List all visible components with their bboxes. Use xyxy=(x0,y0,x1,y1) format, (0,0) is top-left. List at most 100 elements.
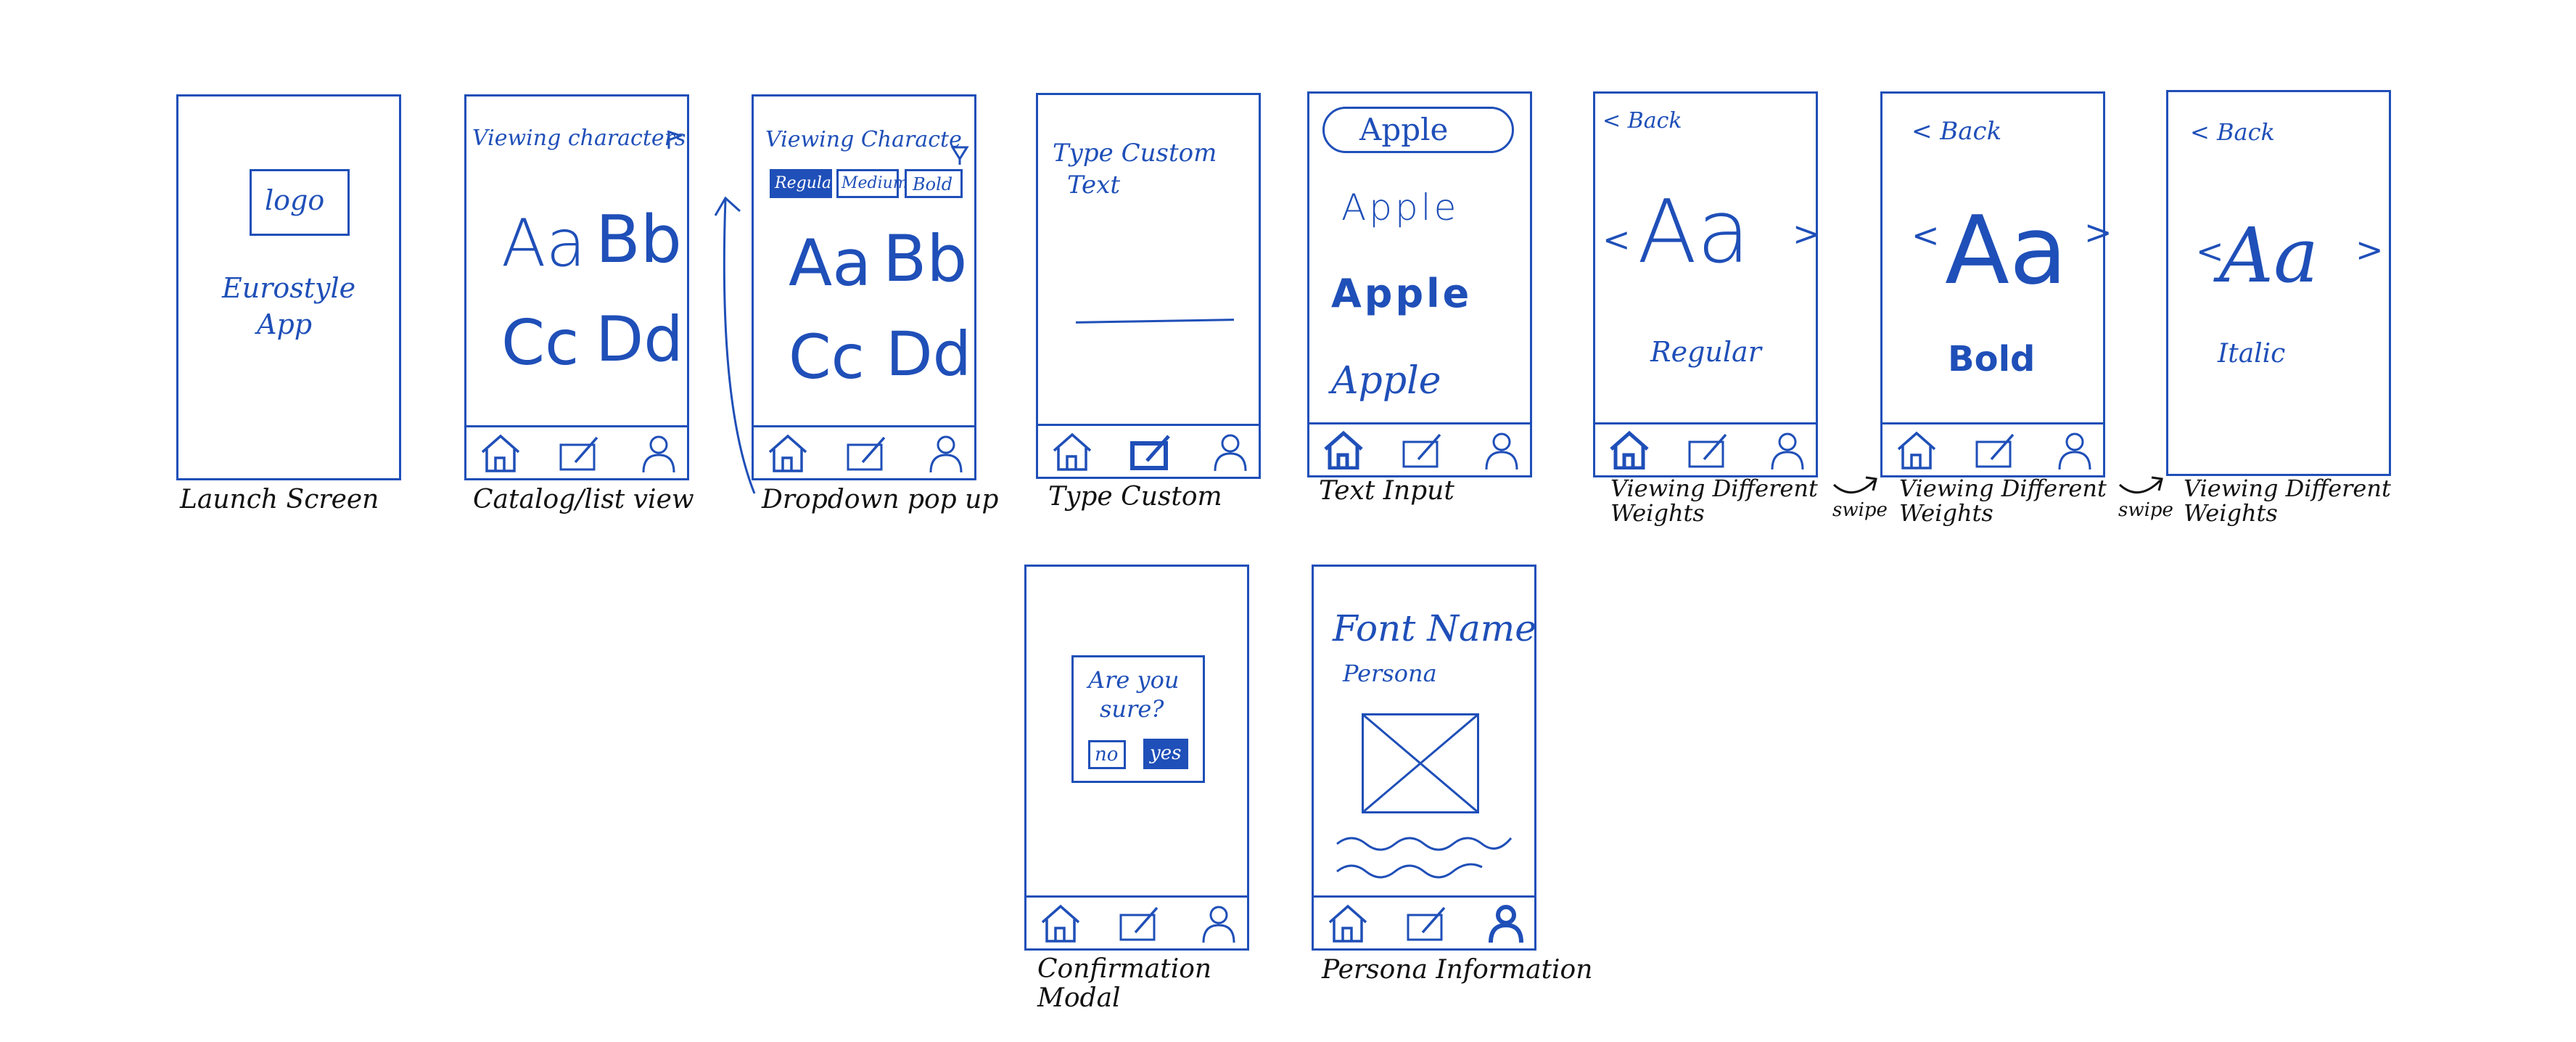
profile-tab[interactable] xyxy=(2054,430,2096,470)
home-tab[interactable] xyxy=(1322,430,1365,470)
confirm-question-line2: sure? xyxy=(1100,695,1164,723)
sample-cc: Cc xyxy=(501,307,580,380)
sample-aa: Aa xyxy=(501,205,586,282)
weights-regular-frame: < Back < Aa > Regular xyxy=(1593,91,1821,477)
home-tab[interactable] xyxy=(1896,430,1938,469)
profile-tab[interactable] xyxy=(638,433,680,473)
weight-label: Regular xyxy=(1650,336,1761,368)
persona-image-placeholder xyxy=(1362,713,1479,813)
home-icon xyxy=(1610,430,1649,470)
dropdown-arrow-icon[interactable] xyxy=(950,146,969,166)
apple-input-text: Apple xyxy=(1359,112,1449,147)
home-tab[interactable] xyxy=(1040,903,1082,943)
edit-tab-active[interactable] xyxy=(1129,432,1172,471)
home-tab[interactable] xyxy=(480,433,522,472)
home-tab[interactable] xyxy=(767,433,809,472)
logo-text: logo xyxy=(265,184,325,216)
person-icon xyxy=(1489,905,1523,943)
edit-tab[interactable] xyxy=(558,433,600,472)
caption-dropdown: Dropdown pop up xyxy=(762,485,999,514)
back-link[interactable]: < Back xyxy=(1602,108,1682,134)
apple-italic: Apple xyxy=(1331,359,1441,403)
sample-cc: Cc xyxy=(789,321,865,393)
back-link[interactable]: < Back xyxy=(1912,117,2001,146)
sample-bb: Bb xyxy=(883,221,968,296)
weight-label: Italic xyxy=(2218,339,2286,369)
sample-dd: Dd xyxy=(596,303,683,376)
option-bold[interactable]: Bold xyxy=(905,169,963,198)
swipe-label: swipe xyxy=(2118,499,2173,521)
back-link[interactable]: < Back xyxy=(2190,118,2275,146)
caption-weights-2: Viewing Different Weights xyxy=(1899,475,2107,527)
dropdown-frame: Viewing Characte Regular Medium Bold Aa … xyxy=(752,94,976,480)
no-button[interactable]: no xyxy=(1088,740,1126,769)
person-icon xyxy=(2058,432,2091,470)
dropdown-arrow-icon[interactable] xyxy=(666,130,684,150)
profile-tab[interactable] xyxy=(1766,430,1808,470)
option-medium[interactable]: Medium xyxy=(836,169,908,198)
edit-icon xyxy=(1688,433,1727,468)
logo-box: logo xyxy=(250,169,350,236)
edit-icon xyxy=(1402,433,1441,468)
persona-description-lines xyxy=(1336,837,1513,879)
confirm-question-line1: Are you xyxy=(1088,666,1180,694)
yes-button[interactable]: yes xyxy=(1143,739,1188,769)
caption-launch-screen: Launch Screen xyxy=(180,485,379,514)
weights-bold-frame: < Back < Aa > Bold xyxy=(1880,91,2112,477)
tab-bar xyxy=(754,425,974,478)
profile-tab[interactable] xyxy=(925,433,967,473)
edit-tab[interactable] xyxy=(845,433,887,472)
font-name-title: Font Name xyxy=(1333,607,1536,649)
edit-tab[interactable] xyxy=(1687,430,1729,469)
text-entry-line[interactable] xyxy=(1075,319,1235,324)
option-regular-label: Regular xyxy=(775,174,839,192)
swipe-label: swipe xyxy=(1832,499,1888,521)
type-custom-line2: Text xyxy=(1067,171,1120,200)
edit-tab[interactable] xyxy=(1974,430,2016,469)
next-arrow[interactable]: > xyxy=(2355,230,2384,269)
profile-tab-active[interactable] xyxy=(1485,903,1527,943)
persona-label: Persona xyxy=(1343,660,1437,687)
home-tab[interactable] xyxy=(1051,432,1093,471)
caption-type-custom: Type Custom xyxy=(1048,482,1222,512)
home-tab[interactable] xyxy=(1327,903,1369,943)
profile-tab[interactable] xyxy=(1209,432,1251,472)
type-custom-frame: Type Custom Text xyxy=(1036,93,1261,479)
home-icon xyxy=(1324,430,1363,470)
person-icon xyxy=(642,435,675,473)
tab-bar xyxy=(1309,422,1530,475)
apple-input-field[interactable]: Apple xyxy=(1322,107,1514,153)
option-medium-label: Medium xyxy=(841,174,908,192)
tab-bar xyxy=(1026,895,1247,948)
caption-weights-1: Viewing Different Weights xyxy=(1610,475,1818,527)
tab-bar xyxy=(1595,422,1816,475)
edit-icon xyxy=(1975,433,2015,468)
catalog-frame: Viewing characters Aa Bb Cc Dd xyxy=(464,94,689,480)
next-arrow[interactable]: > xyxy=(1793,214,1821,253)
home-tab[interactable] xyxy=(1608,430,1650,470)
person-icon xyxy=(1771,432,1804,470)
edit-tab[interactable] xyxy=(1401,430,1443,469)
app-name-line2: App xyxy=(257,308,313,340)
profile-tab[interactable] xyxy=(1198,903,1240,943)
prev-arrow[interactable]: < xyxy=(1602,220,1631,259)
no-button-label: no xyxy=(1095,744,1119,766)
home-icon xyxy=(1053,432,1092,471)
weights-italic-frame: < Back < Aa > Italic xyxy=(2166,90,2391,476)
prev-arrow[interactable]: < xyxy=(1912,216,1940,255)
next-arrow[interactable]: > xyxy=(2084,213,2112,252)
edit-tab[interactable] xyxy=(1405,903,1447,943)
tab-bar xyxy=(1314,895,1534,948)
home-icon xyxy=(1041,904,1080,943)
caption-persona: Persona Information xyxy=(1322,955,1593,985)
caption-catalog: Catalog/list view xyxy=(473,485,694,514)
option-regular[interactable]: Regular xyxy=(770,169,839,198)
edit-tab[interactable] xyxy=(1118,903,1160,943)
profile-tab[interactable] xyxy=(1481,430,1523,470)
tab-bar xyxy=(466,425,687,478)
edit-icon xyxy=(1130,435,1170,470)
type-custom-line1: Type Custom xyxy=(1053,139,1217,168)
caption-weights-3: Viewing Different Weights xyxy=(2184,475,2391,527)
flow-arrow xyxy=(714,196,756,494)
person-icon xyxy=(1214,434,1247,472)
